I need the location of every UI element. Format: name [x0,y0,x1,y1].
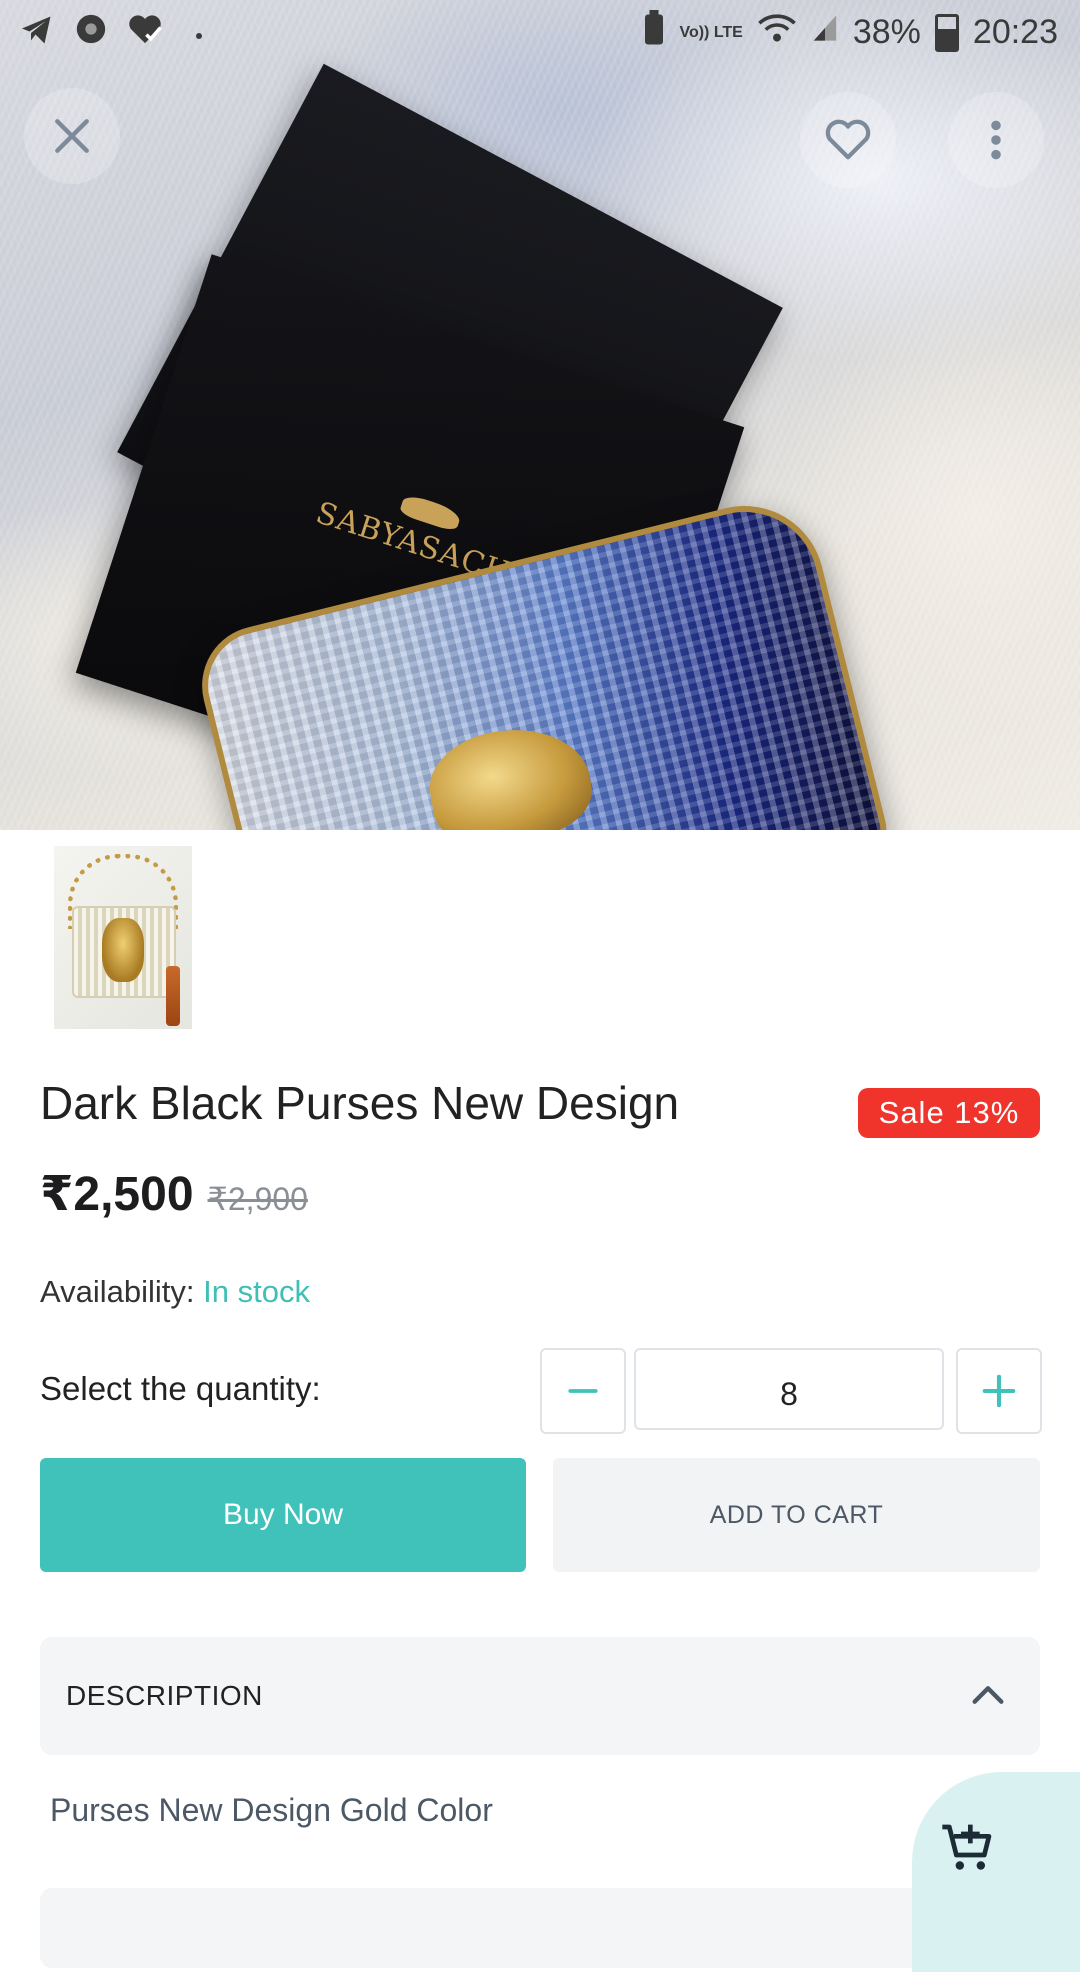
more-vertical-icon [991,120,1001,160]
sale-badge: Sale 13% [858,1088,1040,1138]
close-icon [55,119,89,153]
availability: Availability: In stock [40,1274,310,1310]
plus-icon [982,1374,1016,1408]
product-hero-image[interactable]: SABYASACHI [0,0,1080,830]
price-row: ₹2,500 ₹2,900 [40,1166,308,1222]
heart-check-icon [126,12,164,50]
status-bar: Vo)) LTE 38% 20:23 [0,0,1080,64]
battery-icon [934,13,959,52]
quantity-value: 8 [780,1375,798,1412]
lte-icon: Vo)) LTE [679,23,743,41]
add-to-cart-icon [942,1824,992,1870]
status-right-icons: Vo)) LTE 38% 20:23 [643,10,1058,55]
floating-cart-button[interactable] [912,1772,1080,1972]
chevron-up-icon [972,1686,1004,1704]
dot-icon [180,12,218,50]
availability-label: Availability: [40,1274,195,1309]
signal-icon [811,12,839,53]
wishlist-button[interactable] [800,92,896,188]
app-icon [72,12,110,50]
quantity-label: Select the quantity: [40,1370,321,1407]
description-title: DESCRIPTION [66,1680,263,1711]
clock: 20:23 [972,13,1058,51]
telegram-icon [18,12,56,50]
product-title: Dark Black Purses New Design [40,1077,680,1129]
minus-icon [568,1389,598,1393]
purse-thumbnail[interactable] [54,846,192,1029]
original-price: ₹2,900 [207,1181,308,1217]
wifi-icon [757,12,797,53]
buy-now-button[interactable]: Buy Now [40,1458,526,1572]
battery-percent: 38% [852,13,921,51]
next-accordion-panel[interactable] [40,1888,1040,1968]
description-accordion-header[interactable]: DESCRIPTION [40,1637,1040,1755]
thumbnail-tassel [166,966,180,1026]
quantity-decrease-button[interactable] [540,1348,626,1434]
more-options-button[interactable] [948,92,1044,188]
thumbnail-emblem [102,918,144,982]
heart-outline-icon [825,119,871,160]
quantity-input[interactable]: 8 [634,1348,944,1430]
add-to-cart-button[interactable]: ADD TO CART [553,1458,1040,1572]
close-button[interactable] [24,88,120,184]
status-left-icons [18,12,218,50]
stock-status: In stock [203,1274,310,1309]
quantity-increase-button[interactable] [956,1348,1042,1434]
battery-saver-icon [643,10,665,55]
current-price: ₹2,500 [40,1168,194,1221]
description-text: Purses New Design Gold Color [50,1792,493,1828]
